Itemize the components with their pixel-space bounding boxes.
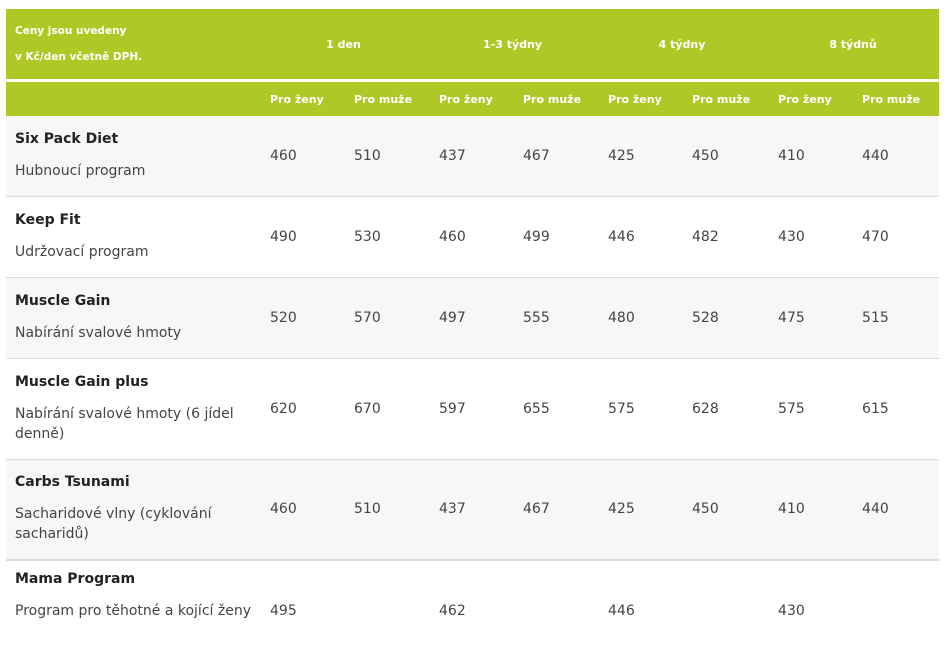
table-row: Mama Program Program pro těhotné a kojící… [6, 560, 940, 650]
sub-men: Pro muže [851, 82, 940, 116]
price-cell: 490 [259, 196, 343, 277]
price-cell: 460 [259, 459, 343, 560]
program-cell: Muscle Gain plus Nabírání svalové hmoty (… [6, 358, 259, 459]
price-cell: 450 [681, 116, 768, 196]
price-cell: 597 [428, 358, 512, 459]
price-cell: 460 [259, 116, 343, 196]
program-name: Mama Program [15, 571, 136, 587]
price-cell: 499 [512, 196, 598, 277]
price-table-container: Ceny jsou uvedeny v Kč/den včetně DPH. 1… [6, 9, 940, 650]
price-cell [851, 560, 940, 650]
program-name: Muscle Gain plus [15, 373, 149, 390]
price-cell [343, 560, 428, 650]
price-cell: 497 [428, 277, 512, 358]
price-cell: 495 [259, 560, 343, 650]
table-row: Muscle Gain Nabírání svalové hmoty 520 57… [6, 277, 940, 358]
table-row: Keep Fit Udržovací program 490 530 460 49… [6, 196, 940, 277]
price-cell: 555 [512, 277, 598, 358]
program-description: Nabírání svalové hmoty (6 jídel denně) [15, 405, 234, 442]
price-cell [681, 560, 768, 650]
program-description: Hubnoucí program [15, 162, 146, 179]
price-cell: 510 [343, 116, 428, 196]
sub-women: Pro ženy [259, 82, 343, 116]
program-cell: Mama Program Program pro těhotné a kojící… [6, 560, 259, 650]
program-name: Keep Fit [15, 211, 81, 228]
price-caption-line1: Ceny jsou uvedeny [15, 25, 127, 37]
price-cell: 575 [597, 358, 682, 459]
program-cell: Muscle Gain Nabírání svalové hmoty [6, 277, 259, 358]
price-cell: 430 [767, 196, 852, 277]
price-cell: 670 [343, 358, 428, 459]
table-row: Muscle Gain plus Nabírání svalové hmoty (… [6, 358, 940, 459]
price-table: Ceny jsou uvedeny v Kč/den včetně DPH. 1… [6, 9, 940, 650]
price-cell: 446 [597, 560, 682, 650]
price-cell: 510 [343, 459, 428, 560]
price-cell: 482 [681, 196, 768, 277]
price-cell: 467 [512, 459, 598, 560]
price-cell: 437 [428, 116, 512, 196]
program-description: Nabírání svalové hmoty [15, 324, 182, 341]
price-cell: 440 [851, 116, 940, 196]
period-4-tydny: 4 týdny [597, 9, 768, 79]
program-description: Udržovací program [15, 243, 149, 260]
program-description: Program pro těhotné a kojící ženy [15, 603, 251, 619]
table-row: Carbs Tsunami Sacharidové vlny (cyklování… [6, 459, 940, 560]
header-row-gender: Pro ženy Pro muže Pro ženy Pro muže Pro … [6, 82, 940, 116]
program-description: Sacharidové vlny (cyklování sacharidů) [15, 506, 212, 543]
sub-women: Pro ženy [428, 82, 512, 116]
price-cell: 620 [259, 358, 343, 459]
price-cell: 575 [767, 358, 852, 459]
price-cell: 530 [343, 196, 428, 277]
price-cell: 475 [767, 277, 852, 358]
price-cell: 410 [767, 459, 852, 560]
program-name: Six Pack Diet [15, 130, 119, 147]
price-caption-line2: v Kč/den včetně DPH. [15, 51, 143, 63]
price-cell: 425 [597, 459, 682, 560]
price-cell: 570 [343, 277, 428, 358]
price-cell: 460 [428, 196, 512, 277]
price-cell: 437 [428, 459, 512, 560]
price-cell: 515 [851, 277, 940, 358]
price-cell: 615 [851, 358, 940, 459]
price-cell: 440 [851, 459, 940, 560]
price-cell [512, 560, 598, 650]
program-cell: Keep Fit Udržovací program [6, 196, 259, 277]
program-cell: Carbs Tsunami Sacharidové vlny (cyklování… [6, 459, 259, 560]
price-cell: 430 [767, 560, 852, 650]
period-1-den: 1 den [259, 9, 428, 79]
sub-women: Pro ženy [597, 82, 682, 116]
program-name: Carbs Tsunami [15, 474, 130, 491]
price-cell: 410 [767, 116, 852, 196]
sub-women: Pro ženy [767, 82, 852, 116]
price-cell: 446 [597, 196, 682, 277]
sub-men: Pro muže [681, 82, 768, 116]
header-row-periods: Ceny jsou uvedeny v Kč/den včetně DPH. 1… [6, 9, 940, 79]
sub-men: Pro muže [512, 82, 598, 116]
price-cell: 480 [597, 277, 682, 358]
sub-men: Pro muže [343, 82, 428, 116]
period-8-tydnu: 8 týdnů [767, 9, 940, 79]
price-cell: 470 [851, 196, 940, 277]
period-1-3-tydny: 1-3 týdny [428, 9, 598, 79]
program-cell: Six Pack Diet Hubnoucí program [6, 116, 259, 196]
price-cell: 467 [512, 116, 598, 196]
price-cell: 450 [681, 459, 768, 560]
price-cell: 520 [259, 277, 343, 358]
program-name: Muscle Gain [15, 292, 111, 309]
header-blank-cell [6, 82, 259, 116]
price-cell: 425 [597, 116, 682, 196]
price-cell: 462 [428, 560, 512, 650]
table-row: Six Pack Diet Hubnoucí program 460 510 43… [6, 116, 940, 196]
price-cell: 528 [681, 277, 768, 358]
price-caption: Ceny jsou uvedeny v Kč/den včetně DPH. [6, 9, 259, 79]
price-cell: 628 [681, 358, 768, 459]
price-cell: 655 [512, 358, 598, 459]
